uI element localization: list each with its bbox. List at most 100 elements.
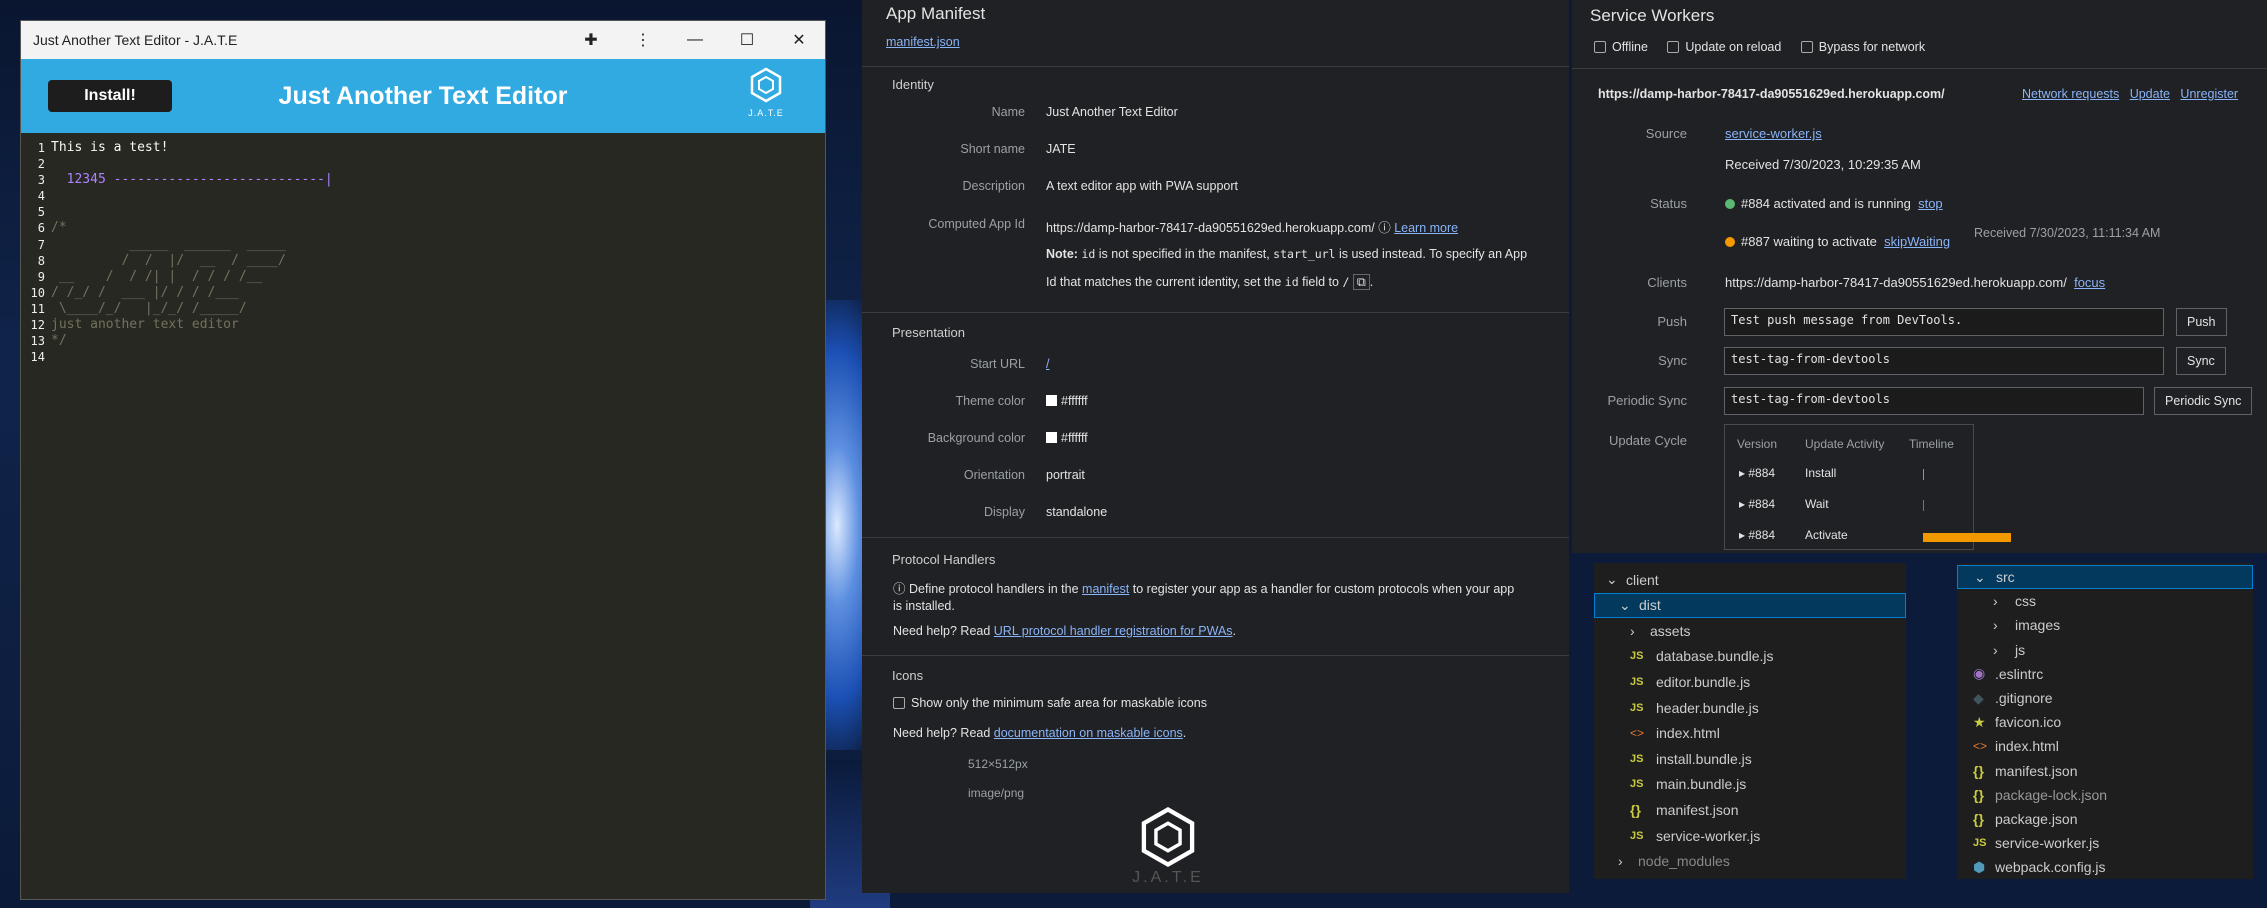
start-url-link[interactable]: / (1046, 357, 1049, 371)
cycle-version: #884 (1748, 528, 1776, 542)
editor-line[interactable]: 10 / /_/ / ___ |/ / / /___ (21, 285, 825, 301)
network-requests-link[interactable]: Network requests (2022, 87, 2119, 101)
minimize-button[interactable]: — (669, 21, 721, 59)
manifest-json-link[interactable]: manifest.json (886, 35, 960, 49)
source-link[interactable]: service-worker.js (1725, 126, 1822, 141)
explorer-item[interactable]: <> index.html (1594, 721, 1906, 746)
more-menu-icon[interactable]: ⋮ (617, 21, 669, 59)
explorer-item-label: main.bundle.js (1656, 776, 1747, 793)
cycle-row[interactable]: ▸ #884 Wait (1739, 497, 1969, 515)
explorer-item[interactable]: {} manifest.json (1594, 797, 1906, 822)
note-text-2: is used instead. To specify an App (1335, 247, 1528, 261)
js-file-icon: JS (1630, 675, 1644, 688)
protocol-help-link[interactable]: URL protocol handler registration for PW… (994, 624, 1233, 638)
explorer-item[interactable]: JS header.bundle.js (1594, 695, 1906, 720)
received-text: Received 7/30/2023, 10:29:35 AM (1725, 157, 1921, 172)
explorer-item[interactable]: JS service-worker.js (1957, 831, 2253, 855)
editor-line[interactable]: 5 (21, 204, 825, 220)
expand-triangle-icon[interactable]: ▸ (1739, 497, 1745, 511)
maximize-button[interactable]: ☐ (721, 21, 773, 59)
explorer-item[interactable]: › assets (1594, 618, 1906, 643)
manifest-link[interactable]: manifest (1082, 582, 1129, 596)
offline-label: Offline (1612, 40, 1648, 54)
logo-text: J.A.T.E (748, 108, 784, 118)
bypass-checkbox[interactable] (1800, 41, 1813, 53)
editor-line[interactable]: 6 /* (21, 220, 825, 236)
cycle-row[interactable]: ▸ #884 Install (1739, 466, 1969, 484)
cycle-header-activity: Update Activity (1805, 437, 1885, 451)
explorer-item[interactable]: JS service-worker.js (1594, 823, 1906, 848)
expand-triangle-icon[interactable]: ▸ (1739, 466, 1745, 480)
explorer-item-label: .eslintrc (1995, 665, 2044, 682)
explorer-item[interactable]: ⌄ src (1957, 565, 2253, 589)
install-button[interactable]: Install! (48, 80, 172, 112)
explorer-item[interactable]: ◆ .gitignore (1957, 686, 2253, 710)
learn-more-link[interactable]: Learn more (1394, 221, 1458, 235)
explorer-item[interactable]: <> index.html (1957, 734, 2253, 758)
explorer-item[interactable]: › images (1957, 613, 2253, 637)
explorer-item[interactable]: JS database.bundle.js (1594, 644, 1906, 669)
copy-icon[interactable]: ⧉ (1352, 274, 1370, 290)
explorer-item[interactable]: › css (1957, 589, 2253, 613)
close-button[interactable]: ✕ (773, 21, 825, 59)
identity-heading: Identity (892, 77, 934, 92)
push-key: Push (1657, 314, 1687, 329)
editor-line[interactable]: 9 __ / / /| | / / / /__ (21, 269, 825, 285)
explorer-item[interactable]: ⬢ webpack.config.js (1957, 855, 2253, 879)
unregister-link[interactable]: Unregister (2180, 87, 2238, 101)
explorer-item[interactable]: › js (1957, 638, 2253, 662)
sync-button[interactable]: Sync (2176, 347, 2226, 375)
skip-waiting-link[interactable]: skipWaiting (1884, 234, 1950, 249)
explorer-item[interactable]: {} package.json (1957, 807, 2253, 831)
maskable-checkbox-row[interactable]: Show only the minimum safe area for mask… (893, 696, 1207, 710)
editor-line[interactable]: 1 This is a test! (21, 140, 825, 156)
expand-triangle-icon[interactable]: ▸ (1739, 528, 1745, 542)
editor-line[interactable]: 14 (21, 349, 825, 365)
explorer-item[interactable]: ⌄ dist (1594, 592, 1906, 618)
bypass-label: Bypass for network (1818, 40, 1926, 54)
extensions-icon[interactable]: ✚ (565, 21, 617, 59)
sync-input[interactable]: test-tag-from-devtools (1724, 347, 2164, 375)
chevron-icon: ⌄ (1619, 596, 1631, 613)
explorer-item[interactable]: ◉ .eslintrc (1957, 662, 2253, 686)
explorer-item-label: manifest.json (1995, 762, 2078, 779)
received-2: Received 7/30/2023, 11:11:34 AM (1974, 226, 2161, 240)
editor-line[interactable]: 8 / / |/ __ / ____/ (21, 253, 825, 269)
help-end: . (1232, 624, 1237, 638)
maskable-checkbox[interactable] (893, 697, 905, 709)
explorer-item-label: index.html (1656, 725, 1720, 742)
editor-line[interactable]: 2 (21, 156, 825, 172)
stop-link[interactable]: stop (1918, 196, 1943, 211)
focus-link[interactable]: focus (2074, 275, 2105, 290)
help-circle-icon[interactable]: ⓘ (1378, 221, 1391, 235)
code-editor[interactable]: 1 This is a test! 2 3 12345 ---------------… (21, 133, 825, 365)
periodic-sync-input[interactable]: test-tag-from-devtools (1724, 387, 2144, 415)
app-title: Just Another Text Editor (278, 81, 568, 110)
editor-line[interactable]: 3 12345 ---------------------------| (21, 172, 825, 188)
line-text: / /_/ / ___ |/ / / /___ (51, 284, 239, 300)
protocol-heading: Protocol Handlers (892, 552, 996, 567)
update-link[interactable]: Update (2130, 87, 2170, 101)
cycle-row[interactable]: ▸ #884 Activate (1739, 528, 2011, 546)
editor-line[interactable]: 4 (21, 188, 825, 204)
explorer-item[interactable]: JS editor.bundle.js (1594, 669, 1906, 694)
editor-line[interactable]: 7 _____ ______ _____ (21, 237, 825, 253)
explorer-item[interactable]: ★ favicon.ico (1957, 710, 2253, 734)
explorer-item[interactable]: › node_modules (1594, 849, 1906, 874)
explorer-item[interactable]: JS main.bundle.js (1594, 772, 1906, 797)
bg-color-key: Background color (927, 431, 1025, 445)
explorer-item[interactable]: {} package-lock.json (1957, 783, 2253, 807)
editor-line[interactable]: 13 */ (21, 333, 825, 349)
push-button[interactable]: Push (2176, 308, 2227, 336)
offline-checkbox[interactable] (1594, 41, 1606, 53)
periodic-sync-button[interactable]: Periodic Sync (2154, 387, 2253, 415)
explorer-item[interactable]: ⌄ client (1594, 567, 1906, 592)
explorer-item[interactable]: {} manifest.json (1957, 759, 2253, 783)
explorer-item[interactable]: JS install.bundle.js (1594, 746, 1906, 771)
push-input[interactable]: Test push message from DevTools. (1724, 308, 2164, 336)
source-row: Source service-worker.js (1572, 126, 2267, 146)
maskable-docs-link[interactable]: documentation on maskable icons (994, 726, 1183, 740)
update-reload-checkbox[interactable] (1667, 41, 1680, 53)
editor-line[interactable]: 12 just another text editor (21, 317, 825, 333)
editor-line[interactable]: 11 \____/_/ |_/_/ /_____/ (21, 301, 825, 317)
